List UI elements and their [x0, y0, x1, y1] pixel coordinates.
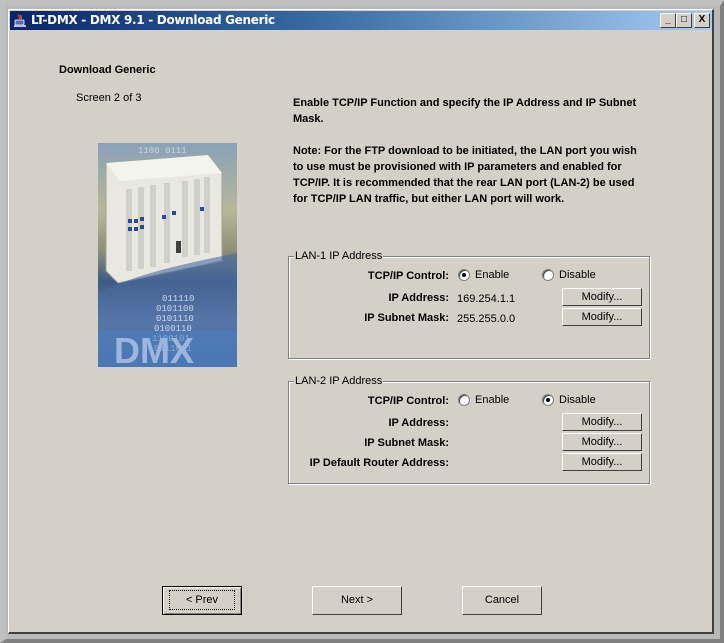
instruction-text: Enable TCP/IP Function and specify the I…: [293, 97, 637, 125]
lan1-mask-value: 255.255.0.0: [457, 313, 516, 325]
title-bar[interactable]: LT-DMX - DMX 9.1 - Download Generic _ □ …: [10, 11, 712, 30]
lan1-group: LAN-1 IP Address TCP/IP Control: Enable …: [288, 250, 650, 359]
dmx-illustration: 1100 0111 01111001011000101110 010011011…: [98, 146, 237, 367]
svg-text:011110: 011110: [162, 294, 194, 304]
svg-text:1100 0111: 1100 0111: [138, 146, 187, 156]
cancel-button[interactable]: Cancel: [462, 586, 542, 615]
radio-selected-icon: [458, 269, 470, 281]
lan1-enable-label: Enable: [475, 269, 510, 281]
next-button[interactable]: Next >: [312, 586, 402, 615]
lan2-enable-radio[interactable]: Enable: [458, 394, 509, 406]
minimize-button[interactable]: _: [660, 13, 676, 28]
dmx-logo-text: DMX: [114, 330, 194, 367]
lan2-group-title: LAN-2 IP Address: [294, 375, 384, 387]
lan2-ip-label: IP Address:: [388, 417, 449, 429]
wizard-heading: Download Generic: [59, 64, 156, 76]
svg-text:0101110: 0101110: [156, 314, 194, 324]
lan1-group-title: LAN-1 IP Address: [294, 250, 384, 262]
lan1-ip-modify-button[interactable]: Modify...: [562, 288, 642, 306]
lan1-mask-label: IP Subnet Mask:: [364, 312, 449, 324]
dmx-product-image: 1100 0111 01111001011000101110 010011011…: [98, 143, 237, 367]
lan1-mask-modify-button[interactable]: Modify...: [562, 308, 642, 326]
lan2-enable-label: Enable: [475, 394, 510, 406]
lan1-disable-radio[interactable]: Disable: [542, 269, 596, 281]
maximize-button[interactable]: □: [676, 13, 692, 28]
lan2-router-label: IP Default Router Address:: [309, 457, 449, 469]
lan2-router-modify-button[interactable]: Modify...: [562, 453, 642, 471]
close-icon: X: [698, 14, 706, 25]
radio-unselected-icon: [542, 269, 554, 281]
instructions: Enable TCP/IP Function and specify the I…: [293, 95, 638, 223]
lan2-mask-label: IP Subnet Mask:: [364, 437, 449, 449]
note-text: Note: For the FTP download to be initiat…: [293, 145, 637, 205]
radio-selected-icon: [542, 394, 554, 406]
lan1-ip-label: IP Address:: [388, 292, 449, 304]
svg-text:0101100: 0101100: [156, 304, 194, 314]
lan1-ip-value: 169.254.1.1: [457, 293, 516, 305]
lan1-disable-label: Disable: [559, 269, 596, 281]
lan2-ip-modify-button[interactable]: Modify...: [562, 413, 642, 431]
lan2-disable-label: Disable: [559, 394, 596, 406]
maximize-icon: □: [680, 14, 688, 25]
lan2-group: LAN-2 IP Address TCP/IP Control: Enable …: [288, 375, 650, 484]
lan1-enable-radio[interactable]: Enable: [458, 269, 509, 281]
prev-button[interactable]: < Prev: [162, 586, 242, 615]
prev-button-label: < Prev: [168, 590, 236, 610]
lan1-tcpip-label: TCP/IP Control:: [367, 270, 449, 282]
lan2-mask-modify-button[interactable]: Modify...: [562, 433, 642, 451]
minimize-icon: _: [665, 14, 671, 25]
lan2-disable-radio[interactable]: Disable: [542, 394, 596, 406]
close-button[interactable]: X: [694, 13, 710, 28]
lan2-tcpip-label: TCP/IP Control:: [367, 395, 449, 407]
step-indicator: Screen 2 of 3: [76, 92, 142, 104]
java-cup-icon: [14, 13, 26, 27]
window-title: LT-DMX - DMX 9.1 - Download Generic: [31, 13, 275, 27]
radio-unselected-icon: [458, 394, 470, 406]
